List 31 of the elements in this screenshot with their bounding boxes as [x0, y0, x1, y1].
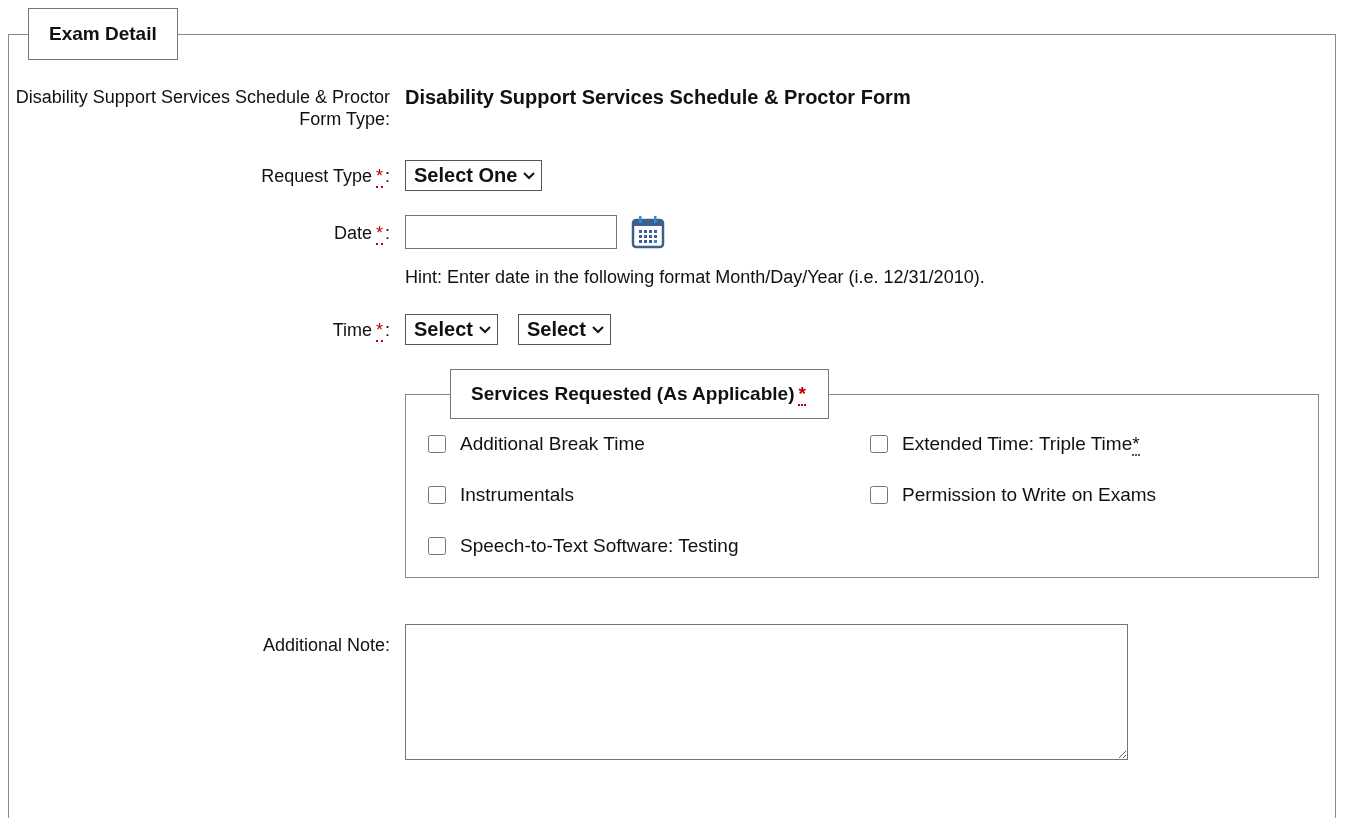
required-mark: * — [375, 223, 383, 245]
service-checkbox[interactable] — [428, 435, 446, 453]
chevron-icon — [591, 325, 604, 334]
service-label: Speech-to-Text Software: Testing — [460, 535, 739, 557]
service-label: Permission to Write on Exams — [902, 484, 1157, 506]
time-select[interactable]: Select — [517, 314, 611, 345]
service-checkbox[interactable] — [870, 435, 888, 453]
service-label: Additional Break Time — [460, 433, 645, 455]
time-select[interactable]: Select — [405, 314, 498, 345]
service-checkbox[interactable] — [870, 486, 888, 504]
chevron-icon — [523, 171, 536, 180]
field-label: Disability Support Services Schedule & Proctor Form Type: — [14, 86, 390, 130]
service-label: Extended Time: Triple Time* — [902, 433, 1140, 455]
form-type-value: Disability Support Services Schedule & Proctor Form — [405, 86, 912, 109]
service-label: Instrumentals — [460, 484, 575, 506]
field-label: Date *: — [332, 222, 390, 244]
required-mark: * — [375, 165, 383, 188]
chevron-icon — [478, 325, 491, 334]
calendar-icon[interactable] — [631, 215, 665, 249]
service-checkbox[interactable] — [428, 486, 446, 504]
request-type-select[interactable]: Select One — [405, 160, 543, 191]
field-label: Time *: — [331, 318, 390, 341]
service-checkbox[interactable] — [428, 537, 446, 555]
services-title: Services Requested (As Applicable) * — [450, 369, 829, 419]
required-mark: * — [375, 319, 383, 342]
date-input[interactable] — [405, 215, 617, 249]
section-title: Exam Detail — [28, 8, 178, 60]
field-label: Request Type *: — [260, 164, 390, 187]
field-label: Additional Note: — [261, 634, 390, 656]
date-hint: Hint: Enter date in the following format Month/Day/Year (i.e. 12/31/2010). — [405, 267, 986, 288]
required-mark: * — [798, 383, 806, 406]
